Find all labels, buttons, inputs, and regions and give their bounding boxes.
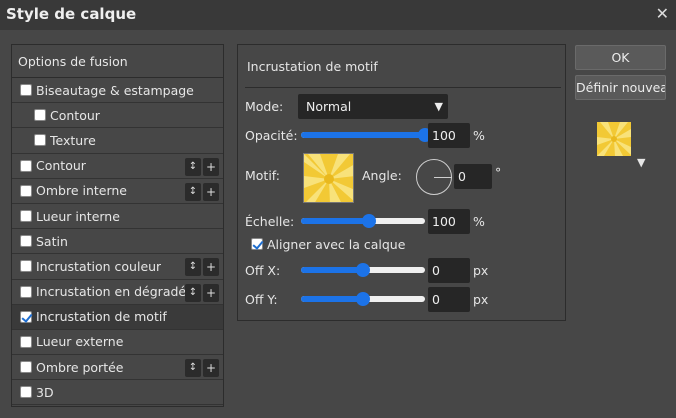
effect-item[interactable]: Contour ↕ + [12,154,223,179]
effect-label: Satin [36,233,68,249]
offset-x-slider-fill [301,267,363,273]
opacity-input[interactable]: 100 [428,123,470,148]
effect-label: Ombre interne [36,183,127,199]
effect-label: Lueur interne [36,208,120,224]
pattern-swatch[interactable] [303,153,354,203]
close-icon[interactable]: ✕ [656,4,669,23]
angle-input[interactable]: 0 [454,164,492,189]
add-icon[interactable]: + [203,258,219,277]
reorder-icon[interactable]: ↕ [185,157,201,176]
dialog-title: Style de calque [6,5,137,23]
effect-item[interactable]: Biseautage & estampage [12,78,223,104]
add-icon[interactable]: + [203,359,219,378]
ok-button[interactable]: OK [575,45,666,70]
pattern-overlay-panel: Incrustation de motif Mode: Normal ▼ Opa… [237,44,566,321]
effect-item[interactable]: Incrustation de motif [12,304,223,330]
effect-label: Contour [50,107,100,123]
effect-checkbox[interactable] [20,210,32,223]
offset-x-unit: px [473,263,489,278]
effect-checkbox[interactable] [20,361,32,374]
effect-label: Contour [36,158,86,174]
reorder-icon[interactable]: ↕ [185,359,201,378]
effect-label: Lueur externe [36,334,124,350]
effect-label: Texture [50,132,96,148]
reorder-icon[interactable]: ↕ [185,258,201,277]
scale-slider[interactable] [301,214,425,228]
effect-checkbox[interactable] [34,109,46,122]
effect-checkbox[interactable] [20,184,32,197]
divider [245,87,561,88]
effect-checkbox[interactable] [20,386,32,399]
effect-checkbox[interactable] [20,335,32,348]
offset-x-slider-thumb[interactable] [356,263,370,277]
mode-label: Mode: [245,99,284,114]
align-with-layer-checkbox[interactable] [251,238,263,250]
chevron-down-icon: ▼ [434,100,443,113]
effect-item[interactable]: Contour [12,103,223,129]
effect-checkbox[interactable] [20,285,32,298]
pattern-label: Motif: [245,168,280,183]
effect-item[interactable]: Incrustation en dégradé ↕ + [12,280,223,305]
panel-title: Incrustation de motif [247,59,378,74]
offset-y-input[interactable]: 0 [428,287,470,312]
effect-checkbox[interactable] [20,159,32,172]
style-preview[interactable] [597,122,631,156]
scale-label: Échelle: [245,214,295,229]
opacity-unit: % [473,128,485,143]
offset-y-unit: px [473,292,489,307]
effect-checkbox[interactable] [20,260,32,273]
opacity-slider-fill [301,132,425,138]
define-new-button[interactable]: Définir nouveau [575,75,666,100]
effect-label: Biseautage & estampage [36,82,194,98]
effect-item[interactable]: Lueur externe [12,330,223,356]
scale-slider-fill [301,218,370,224]
add-icon[interactable]: + [203,182,219,201]
effect-item[interactable]: Ombre portée ↕ + [12,355,223,381]
effect-item[interactable]: Satin [12,229,223,255]
reorder-icon[interactable]: ↕ [185,283,201,302]
blending-options-item[interactable]: Options de fusion [12,45,223,78]
effect-checkbox[interactable] [20,310,32,323]
pattern-preview-graphic [304,154,353,202]
opacity-slider[interactable] [301,128,432,142]
offset-x-input[interactable]: 0 [428,258,470,283]
mode-select[interactable]: Normal ▼ [298,94,448,119]
add-icon[interactable]: + [203,157,219,176]
effect-item[interactable]: Lueur interne [12,204,223,230]
angle-unit: ° [495,165,502,180]
effect-checkbox[interactable] [20,235,32,248]
scale-slider-thumb[interactable] [362,214,377,228]
offset-y-slider[interactable] [301,292,425,306]
offset-y-label: Off Y: [245,292,278,307]
effect-label: Incrustation couleur [36,258,162,274]
title-bar: Style de calque ✕ [0,0,676,30]
scale-unit: % [473,214,485,229]
effect-checkbox[interactable] [34,134,46,147]
offset-y-slider-thumb[interactable] [356,292,370,306]
add-icon[interactable]: + [203,283,219,302]
effect-checkbox[interactable] [20,84,32,97]
effect-label: Incrustation de motif [36,309,167,325]
mode-select-value: Normal [306,99,352,114]
angle-label: Angle: [362,168,402,183]
opacity-label: Opacité: [245,128,298,143]
effect-item[interactable]: 3D [12,380,223,406]
effects-list: Options de fusion Biseautage & estampage… [11,44,224,407]
offset-x-label: Off X: [245,263,281,278]
reorder-icon[interactable]: ↕ [185,182,201,201]
effect-label: Incrustation en dégradé [36,284,187,300]
effect-item[interactable]: Incrustation couleur ↕ + [12,254,223,280]
angle-dial[interactable] [416,159,452,195]
offset-y-slider-fill [301,296,363,302]
align-with-layer-label: Aligner avec la calque [267,237,406,252]
scale-input[interactable]: 100 [428,209,470,234]
style-preview-graphic [597,122,631,156]
preview-dropdown-arrow-icon[interactable]: ▼ [637,156,645,169]
angle-dial-hand [434,177,452,178]
effect-label: 3D [36,384,54,400]
effect-item[interactable]: Texture [12,128,223,154]
effect-item[interactable]: Ombre interne ↕ + [12,179,223,204]
offset-x-slider[interactable] [301,263,425,277]
effect-label: Ombre portée [36,359,124,375]
